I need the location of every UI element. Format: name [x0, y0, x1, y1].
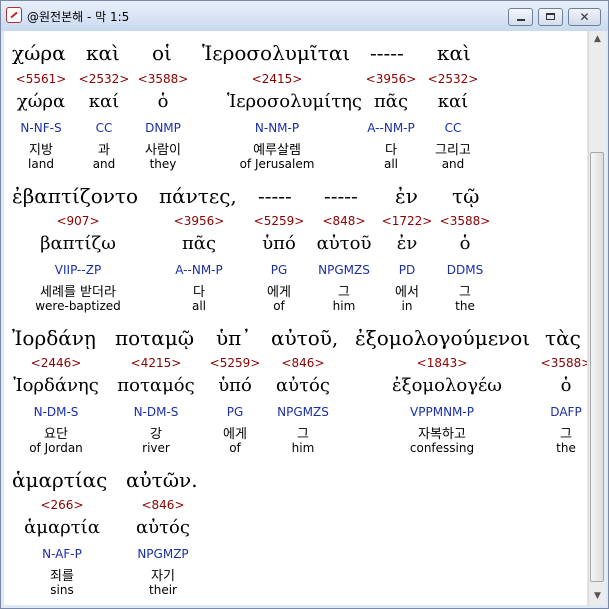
- strong-number: <2415>: [251, 72, 303, 86]
- vertical-scrollbar[interactable]: ▲ ▼: [588, 31, 606, 605]
- lemma: ὁ: [459, 233, 471, 254]
- english-gloss: of Jerusalem: [239, 157, 315, 171]
- verse-word: καὶ: [86, 41, 120, 65]
- verse-word: ποταμῷ: [115, 326, 195, 350]
- lemma: βαπτίζω: [40, 233, 116, 254]
- korean-gloss: 자복하고: [418, 427, 466, 442]
- verse-word: ὑπ᾽: [216, 326, 252, 350]
- app-icon[interactable]: [6, 7, 22, 23]
- verse-word: Ἱεροσολυμῖται: [202, 41, 351, 65]
- english-gloss: were-baptized: [35, 299, 121, 313]
- english-gloss: him: [291, 441, 315, 455]
- korean-gloss: 자기: [151, 569, 175, 584]
- parsing-code: N-AF-P: [42, 547, 82, 561]
- english-gloss: sins: [50, 583, 74, 597]
- verse-word: Ἰορδάνῃ: [12, 326, 96, 350]
- strong-number: <3588>: [540, 356, 587, 370]
- english-gloss: their: [149, 583, 177, 597]
- parsing-code: NPGMZS: [277, 405, 329, 419]
- english-gloss: they: [149, 157, 177, 171]
- lemma: Ἱεροσολυμίτης: [227, 91, 363, 112]
- english-gloss: of Jordan: [29, 441, 83, 455]
- app-window: @원전본해 - 막 1:5 ✕ χώρα καὶ οἱ Ἱεροσολυμῖτα…: [0, 0, 609, 609]
- maximize-icon: [546, 13, 555, 20]
- korean-gloss: 그리고: [435, 143, 471, 158]
- strong-number: <846>: [281, 356, 325, 370]
- parsing-code: DDMS: [446, 263, 484, 277]
- strong-number: <2446>: [30, 356, 82, 370]
- korean-gloss: 그: [297, 427, 309, 442]
- close-icon: ✕: [579, 10, 590, 24]
- lemma: καί: [437, 91, 469, 112]
- korean-gloss: 죄를: [50, 569, 74, 584]
- scroll-up-icon[interactable]: ▲: [589, 31, 606, 48]
- verse-word: τὰς: [545, 326, 581, 350]
- lemma: Ἰορδάνης: [13, 375, 99, 396]
- verse-word: χώρα: [12, 41, 66, 65]
- korean-gloss: 세례를 받더라: [40, 285, 116, 300]
- lemma: αὐτός: [276, 375, 330, 396]
- lemma: ὁ: [560, 375, 572, 396]
- maximize-button[interactable]: [538, 8, 563, 26]
- title-bar[interactable]: @원전본해 - 막 1:5 ✕: [1, 1, 608, 31]
- strong-number: <3588>: [137, 72, 189, 86]
- english-gloss: the: [556, 441, 576, 455]
- strong-number: <846>: [141, 498, 185, 512]
- english-gloss: confessing: [409, 441, 475, 455]
- close-button[interactable]: ✕: [568, 8, 601, 26]
- verse-word: -----: [324, 184, 358, 208]
- window-title: @원전본해 - 막 1:5: [27, 10, 130, 24]
- lemma: ὁ: [157, 91, 169, 112]
- strong-number: <3588>: [439, 214, 491, 228]
- minimize-button[interactable]: [508, 8, 533, 26]
- korean-gloss: 예루살렘: [253, 143, 301, 158]
- parsing-code: N-NM-P: [254, 121, 300, 135]
- verse-word: τῷ: [452, 184, 480, 208]
- verse-word: πάντες,: [159, 184, 237, 208]
- scrollbar-thumb[interactable]: [590, 152, 604, 582]
- korean-gloss: 그: [459, 285, 471, 300]
- parsing-code: CC: [444, 121, 462, 135]
- minimize-icon: [517, 19, 525, 21]
- parsing-code: NPGMZP: [137, 547, 189, 561]
- verse-word: καὶ: [437, 41, 471, 65]
- korean-gloss: 사람이: [145, 143, 181, 158]
- verse-word: ἁμαρτίας: [12, 468, 108, 492]
- verse-word: -----: [370, 41, 404, 65]
- lemma: αὐτός: [136, 517, 190, 538]
- strong-number: <907>: [56, 214, 100, 228]
- verse-word: αὐτοῦ,: [271, 326, 339, 350]
- verse-word: -----: [258, 184, 292, 208]
- parsing-code: VIIP--ZP: [54, 263, 102, 277]
- lemma: ἁμαρτία: [24, 517, 100, 538]
- verse-word: ἐν: [395, 184, 418, 208]
- parsing-code: N-DM-S: [33, 405, 79, 419]
- lemma: ἐξομολογέω: [392, 375, 502, 396]
- parsing-code: DNMP: [145, 121, 181, 135]
- verse-word: αὐτῶν.: [126, 468, 198, 492]
- verse-word: ἐξομολογούμενοι: [355, 326, 531, 350]
- english-gloss: and: [441, 157, 465, 171]
- english-gloss: the: [455, 299, 475, 313]
- scroll-down-icon[interactable]: ▼: [589, 588, 606, 605]
- strong-number: <1843>: [416, 356, 468, 370]
- korean-gloss: 그: [560, 427, 572, 442]
- verse-word: οἱ: [152, 41, 172, 65]
- strong-number: <2532>: [427, 72, 479, 86]
- strong-number: <266>: [40, 498, 84, 512]
- verse-word: ἐβαπτίζοντο: [12, 184, 138, 208]
- korean-gloss: 요단: [44, 427, 68, 442]
- interlinear-text-area[interactable]: χώρα καὶ οἱ Ἱεροσολυμῖται ----- καὶ <556…: [4, 31, 587, 605]
- parsing-code: DAFP: [550, 405, 582, 419]
- parsing-code: VPPMNM-P: [410, 405, 474, 419]
